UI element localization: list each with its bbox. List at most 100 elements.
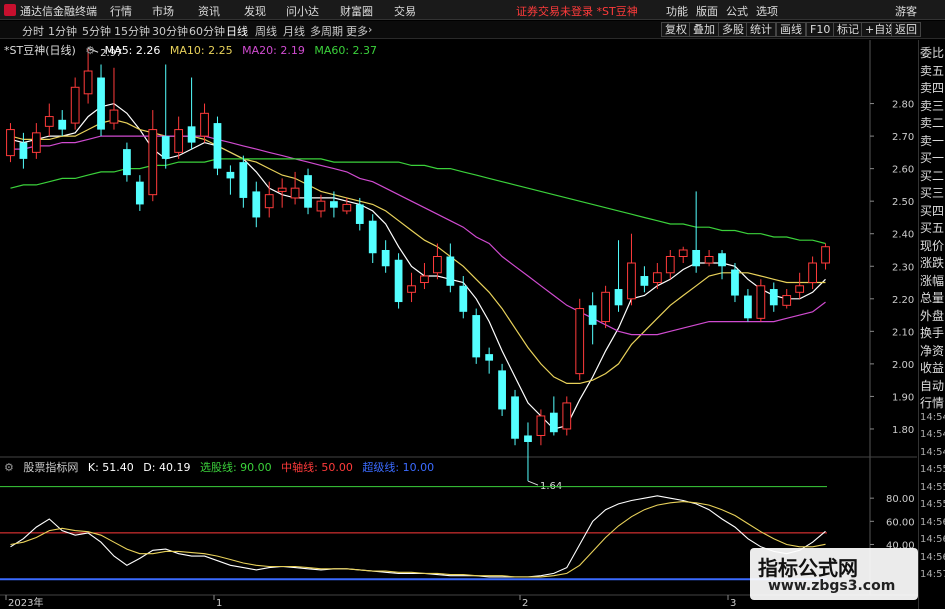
ma60-label: MA60: 2.37 [314, 44, 378, 57]
candle-body [277, 187, 287, 192]
candle-body [614, 289, 623, 306]
side-item: 14:57 [920, 569, 945, 580]
candle-body [575, 308, 585, 375]
side-item: 净资 [920, 343, 945, 358]
indicator-legend: ⚙ 股票指标网 K: 51.40 D: 40.19 选股线: 90.00 中轴线… [4, 459, 440, 474]
side-item: 涨幅 [920, 273, 945, 288]
candle-body [601, 291, 610, 323]
side-item: 14:56 [920, 534, 945, 545]
settings-icon[interactable]: ⚙ [85, 44, 95, 57]
candle-body [549, 412, 558, 433]
candle-body [562, 402, 572, 430]
ma5-line [10, 102, 826, 430]
chart-area[interactable]: 1.80 1.90 2.00 2.10 2.20 2.30 2.40 2.50 2.60 2.70… [0, 0, 945, 609]
select-line-value: 选股线: 90.00 [199, 461, 272, 474]
candle-body [394, 259, 403, 303]
moving-averages [10, 102, 826, 430]
candle-body [808, 262, 817, 284]
side-item: 14:55 [920, 499, 945, 510]
candle-body [330, 201, 338, 208]
side-item: 买五 [920, 221, 945, 235]
candle-body [627, 262, 636, 300]
side-item: 卖五 [920, 63, 945, 78]
d-value: D: 40.19 [143, 461, 191, 474]
candle-body [692, 249, 701, 267]
side-item: 卖四 [920, 81, 945, 95]
candle-body [264, 194, 274, 209]
ma10-line [10, 119, 826, 384]
indicator-lines [10, 495, 826, 578]
super-line-value: 超级线: 10.00 [362, 461, 435, 474]
candle-body [536, 415, 546, 436]
side-item: 收益 [920, 361, 945, 375]
quote-side-panel: 委比 卖五 卖四 卖三 卖二 卖一 买一 买二 买三 买四 买五 现价 涨跌 涨幅 总量 外盘 换手 净资 收益 自动… [918, 40, 945, 609]
price-tick-label: 2.80 [892, 100, 914, 111]
candle-body [148, 129, 158, 196]
candle-body [70, 86, 80, 124]
candle-body [109, 109, 119, 124]
price-tick-label: 2.00 [892, 360, 914, 371]
watermark-url: www.zbgs3.com [768, 578, 896, 594]
side-item: 总量 [920, 291, 945, 305]
k-line [10, 495, 826, 578]
price-annotations: 2.971.64 [87, 47, 562, 492]
side-item: 14:55 [920, 481, 945, 493]
indicator-tick-label: 60.00 [886, 517, 915, 528]
price-tick-label: 2.60 [892, 165, 914, 176]
candle-body [83, 70, 93, 95]
candle-body [6, 129, 15, 157]
candle-body [498, 370, 506, 410]
side-item: 换手 [920, 326, 945, 340]
side-item: 卖一 [920, 133, 945, 148]
candle-body [252, 191, 261, 218]
candle-body [744, 295, 752, 319]
candle-body [731, 269, 739, 296]
side-item: 卖三 [920, 98, 945, 113]
candle-body [407, 285, 416, 293]
side-item: 外盘 [920, 308, 945, 323]
candle-body [718, 253, 726, 267]
candle-body [200, 112, 209, 137]
price-tick-label: 2.20 [892, 295, 914, 306]
price-tick-label: 2.50 [892, 197, 914, 208]
candle-body [756, 285, 766, 319]
candle-body [652, 272, 662, 284]
candle-body [342, 203, 352, 212]
d-line [10, 501, 826, 578]
candle-body [782, 295, 792, 306]
price-tick-label: 2.40 [892, 230, 914, 241]
indicator-name[interactable]: 股票指标网 [23, 461, 78, 474]
date-label: 2 [522, 598, 528, 609]
ma20-label: MA20: 2.19 [242, 44, 305, 57]
candle-body [446, 256, 455, 286]
settings-icon[interactable]: ⚙ [4, 461, 14, 474]
side-item: 买一 [920, 151, 945, 165]
candle-body [123, 149, 131, 176]
candle-body [704, 256, 714, 264]
candle-body [290, 187, 300, 199]
ma-legend: *ST豆神(日线) ⚙ MA5: 2.26 MA10: 2.25 MA20: 2… [4, 42, 383, 57]
chart-frame [0, 40, 917, 596]
side-item: 现价 [920, 238, 945, 253]
low-pointer [527, 480, 539, 486]
k-value: K: 51.40 [87, 461, 134, 474]
side-item: 买四 [920, 203, 945, 218]
side-item: 14:54 [920, 411, 945, 423]
watermark-title: 指标公式网 [758, 556, 858, 580]
candle-body [58, 119, 67, 130]
candle-body [97, 77, 105, 130]
side-item[interactable]: 自动 [920, 377, 945, 394]
candle-body [368, 220, 377, 254]
ma5-label: MA5: 2.26 [104, 44, 161, 57]
candle-body [472, 315, 481, 358]
candle-body [213, 123, 222, 169]
date-axis: 2023年 1 2 3 [5, 595, 736, 609]
price-axis: 1.80 1.90 2.00 2.10 2.20 2.30 2.40 2.50 2.60 2.70… [870, 100, 914, 436]
candle-body [588, 305, 597, 325]
candle-body [174, 129, 184, 153]
side-item: 涨跌 [920, 256, 945, 270]
indicator-tick-label: 80.00 [886, 494, 915, 505]
candlesticks [6, 48, 830, 482]
side-item[interactable]: 行情 [920, 394, 945, 411]
candle-body [678, 249, 688, 258]
